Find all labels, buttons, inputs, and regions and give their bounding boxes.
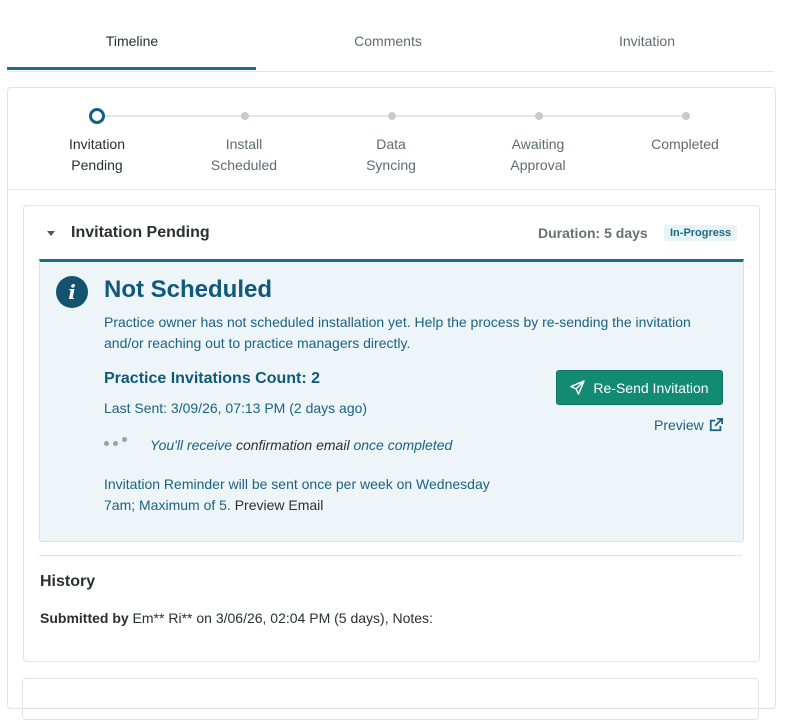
stage-card: Invitation Pending Duration: 5 days In-P… [23,205,760,662]
step-label-line1: Invitation [68,136,126,152]
confirmation-note-part: once completed [353,437,453,453]
tab-timeline[interactable]: Timeline [82,33,182,49]
alert-title: Not Scheduled [104,276,273,303]
step-label-awaiting-approval: Awaiting Approval [483,134,593,176]
not-scheduled-alert: i Not Scheduled Practice owner has not s… [39,259,744,542]
step-label-install-scheduled: Install Scheduled [189,134,299,176]
resend-invitation-label: Re-Send Invitation [593,379,709,396]
active-tab-indicator [7,67,256,70]
progress-stepper: Invitation Pending Install Scheduled Dat… [8,88,775,190]
confirmation-note: You'll receive confirmation email once c… [150,437,452,453]
step-label-line1: Data [376,136,406,152]
invitations-count: Practice Invitations Count: 2 [104,370,321,387]
reminder-note: Invitation Reminder will be sent once pe… [104,474,514,516]
confirmation-note-part: confirmation email [232,437,354,453]
status-badge: In-Progress [664,225,738,241]
confirmation-note-part: You'll receive [150,437,233,453]
step-label-invitation-pending: Invitation Pending [42,134,152,176]
preview-link[interactable]: Preview [654,417,723,433]
step-label-line2: Syncing [366,157,416,173]
external-link-icon [709,418,723,432]
step-marker-invitation-pending [89,108,105,124]
step-marker-awaiting-approval [535,112,543,120]
preview-email-link[interactable]: Preview Email [235,497,324,513]
step-label-line2: Scheduled [210,157,278,173]
step-marker-completed [682,112,690,120]
tab-invitation[interactable]: Invitation [597,33,697,49]
step-label-line1: Completed [651,136,719,152]
step-label-line2: Pending [71,157,123,173]
step-label-line1: Awaiting [511,136,565,152]
collapse-caret-icon[interactable] [47,231,55,236]
timeline-panel: Invitation Pending Install Scheduled Dat… [7,87,776,709]
typing-indicator-icon [104,436,134,448]
step-label-data-syncing: Data Syncing [336,134,446,176]
history-title: History [40,573,96,590]
stage-title[interactable]: Invitation Pending [71,224,210,242]
stage-duration: Duration: 5 days [538,225,648,241]
send-icon [570,380,586,395]
info-icon: i [56,276,88,308]
step-label-line2: Approval [510,157,566,173]
preview-label: Preview [654,417,704,433]
step-label-line1: Install [225,136,263,152]
tab-bar: Timeline Comments Invitation [7,0,774,72]
next-stage-card [22,678,759,720]
last-sent: Last Sent: 3/09/26, 07:13 PM (2 days ago… [104,400,368,416]
step-label-completed: Completed [630,134,740,155]
resend-invitation-button[interactable]: Re-Send Invitation [556,370,723,405]
alert-description: Practice owner has not scheduled install… [104,314,691,351]
submitted-by-text: Em** Ri** on 3/06/26, 02:04 PM (5 days),… [128,610,433,626]
step-marker-install-scheduled [241,112,249,120]
submitted-by-label: Submitted by [40,610,129,626]
divider [39,555,742,556]
step-marker-data-syncing [388,112,396,120]
history-entry: Submitted by Em** Ri** on 3/06/26, 02:04… [40,610,433,626]
tab-comments[interactable]: Comments [338,33,438,49]
